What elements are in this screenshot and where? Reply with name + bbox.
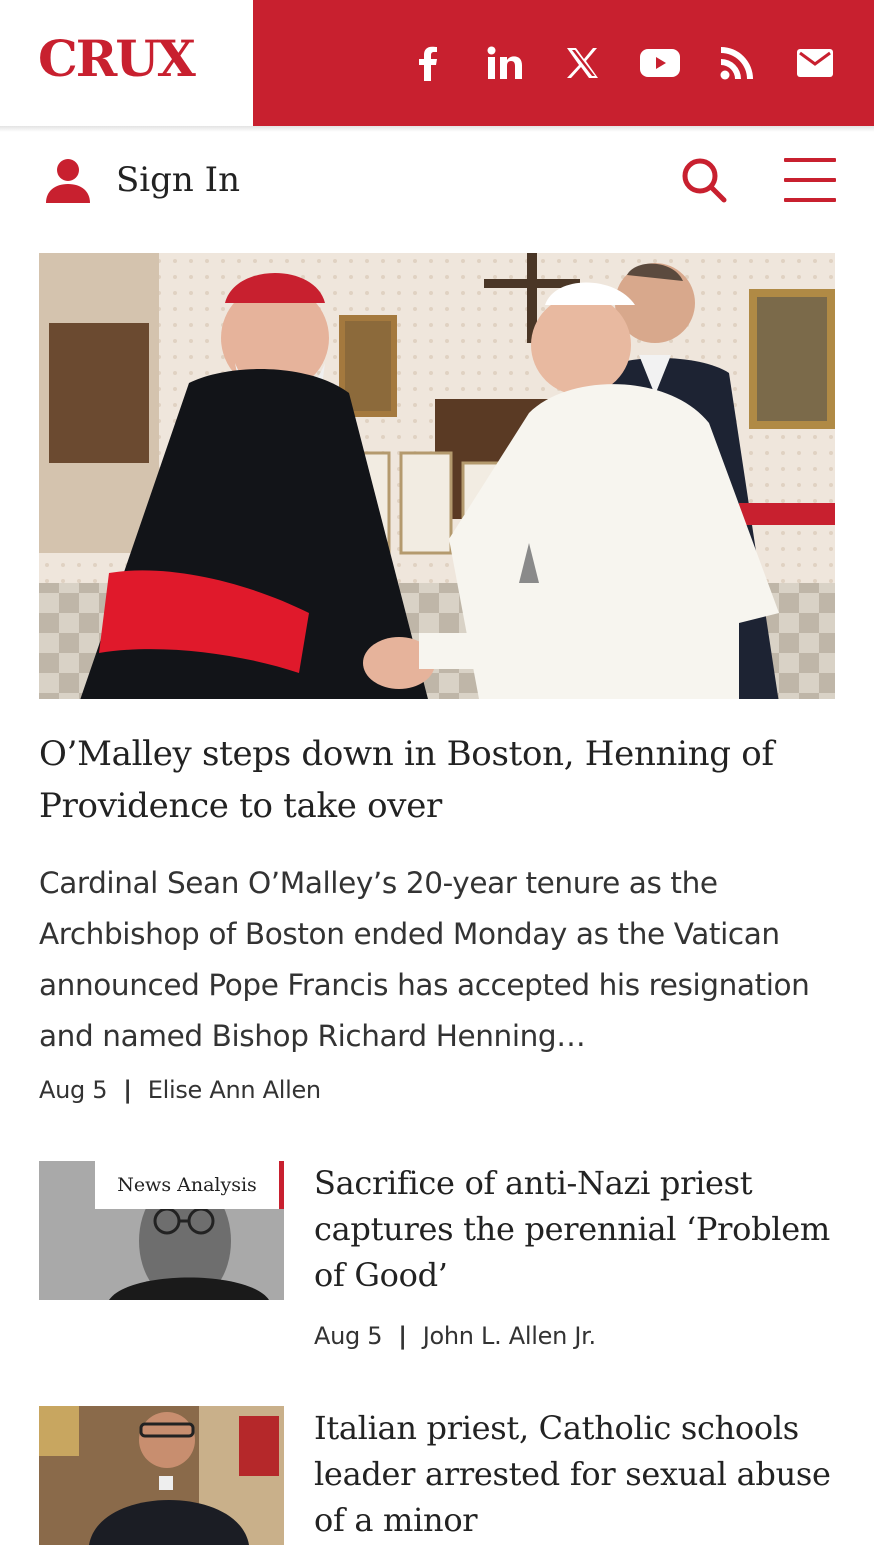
logo-area: CRUX <box>0 0 253 126</box>
search-icon[interactable] <box>680 156 728 204</box>
facebook-icon[interactable] <box>405 40 451 86</box>
story-headline[interactable]: Sacrifice of anti-Nazi priest captures t… <box>314 1160 834 1298</box>
social-links-bar <box>253 0 874 126</box>
meta-separator: | <box>123 1076 132 1104</box>
hero-date: Aug 5 <box>39 1076 108 1104</box>
story-date: Aug 5 <box>314 1322 383 1350</box>
hero-meta: Aug 5 | Elise Ann Allen <box>39 1076 321 1104</box>
story-thumbnail[interactable]: News Analysis <box>39 1161 284 1300</box>
x-icon[interactable] <box>559 40 605 86</box>
hero-image[interactable] <box>39 253 835 699</box>
meta-separator: | <box>398 1322 407 1350</box>
user-icon <box>46 159 90 203</box>
story-meta: Aug 5 | John L. Allen Jr. <box>314 1322 596 1350</box>
youtube-icon[interactable] <box>637 40 683 86</box>
rss-icon[interactable] <box>714 40 760 86</box>
hamburger-menu-icon[interactable] <box>784 158 836 202</box>
story-author[interactable]: John L. Allen Jr. <box>423 1322 596 1350</box>
header-shadow <box>0 126 874 132</box>
crux-logo[interactable]: CRUX <box>38 34 196 84</box>
sign-in-link[interactable]: Sign In <box>44 155 240 205</box>
story-headline[interactable]: Italian priest, Catholic schools leader … <box>314 1405 834 1543</box>
sign-in-label: Sign In <box>116 160 240 200</box>
site-header: CRUX <box>0 0 874 126</box>
mail-icon[interactable] <box>792 40 838 86</box>
hero-headline[interactable]: O’Malley steps down in Boston, Henning o… <box>39 728 839 832</box>
hero-author[interactable]: Elise Ann Allen <box>148 1076 321 1104</box>
news-analysis-tag: News Analysis <box>95 1161 284 1209</box>
linkedin-icon[interactable] <box>482 40 528 86</box>
story-thumbnail[interactable] <box>39 1406 284 1545</box>
hero-summary: Cardinal Sean O’Malley’s 20-year tenure … <box>39 866 810 1053</box>
